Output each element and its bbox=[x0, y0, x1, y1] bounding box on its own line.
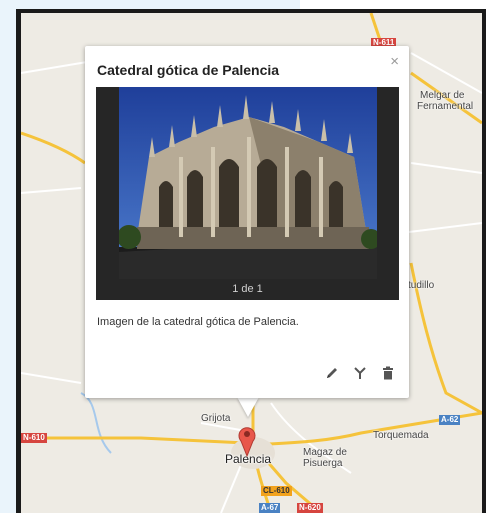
place-label-grijota: Grijota bbox=[201, 413, 231, 424]
place-label-melgar: Melgar de bbox=[420, 90, 465, 101]
photo-viewer: 1 de 1 bbox=[96, 87, 399, 300]
place-label-astudillo: tudillo bbox=[408, 280, 435, 291]
road-shield-a62: A-62 bbox=[439, 415, 461, 425]
place-label-torquemada: Torquemada bbox=[373, 430, 429, 441]
place-label-pisuerga: Pisuerga bbox=[303, 458, 343, 469]
popup-description: Imagen de la catedral gótica de Palencia… bbox=[97, 316, 299, 328]
map-marker-pin-icon[interactable] bbox=[238, 425, 256, 457]
close-icon[interactable]: × bbox=[390, 54, 399, 70]
popup-actions bbox=[325, 366, 395, 380]
popup-title: Catedral gótica de Palencia bbox=[97, 62, 280, 78]
info-popup: Catedral gótica de Palencia × 1 de 1 Ima… bbox=[85, 46, 409, 398]
trash-icon[interactable] bbox=[381, 366, 395, 380]
style-icon[interactable] bbox=[353, 366, 367, 380]
place-label-fernamental: Fernamental bbox=[417, 101, 474, 112]
road-shield-n610: N-610 bbox=[21, 433, 47, 443]
road-shield-a67: A-67 bbox=[259, 503, 281, 513]
popup-tail bbox=[237, 397, 259, 417]
photo-counter: 1 de 1 bbox=[232, 283, 263, 295]
road-shield-n620: N-620 bbox=[297, 503, 323, 513]
pencil-icon[interactable] bbox=[325, 366, 339, 380]
cathedral-photo[interactable] bbox=[119, 87, 377, 279]
road-shield-cl610: CL-610 bbox=[261, 486, 292, 496]
place-label-magaz: Magaz de bbox=[303, 447, 347, 458]
